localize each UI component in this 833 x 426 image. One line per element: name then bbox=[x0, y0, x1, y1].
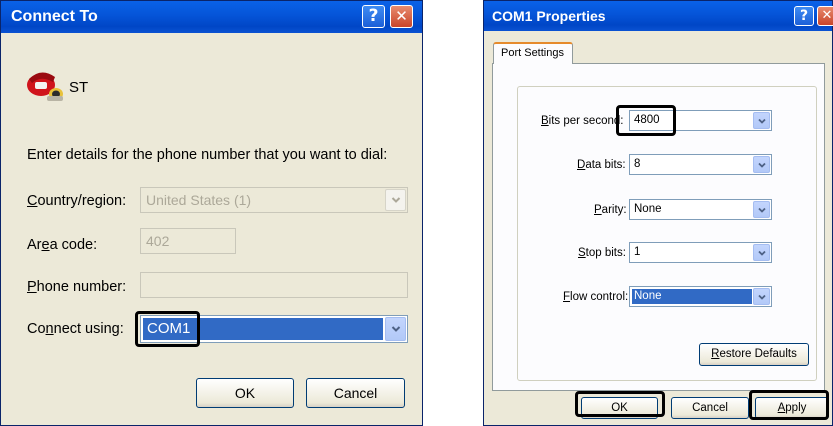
close-icon[interactable]: ✕ bbox=[817, 6, 833, 26]
phone-number-field[interactable] bbox=[140, 272, 408, 298]
dropdown-arrow-icon[interactable] bbox=[753, 112, 770, 129]
tab-port-settings[interactable]: Port Settings bbox=[493, 42, 573, 64]
country-region-value: United States (1) bbox=[146, 192, 252, 208]
com1-title: COM1 Properties bbox=[492, 8, 606, 24]
stop-bits-label: Stop bits: bbox=[578, 247, 626, 259]
connect-to-dialog: Connect To ? ✕ ST Enter details for the … bbox=[0, 0, 423, 426]
data-bits-value: 8 bbox=[634, 158, 641, 170]
dial-instructions: Enter details for the phone number that … bbox=[27, 147, 388, 163]
connect-cancel-button[interactable]: Cancel bbox=[306, 378, 405, 408]
phone-number-label: Phone number: bbox=[27, 279, 127, 295]
stop-bits-select[interactable]: 1 bbox=[629, 242, 772, 263]
tab-port-settings-label: Port Settings bbox=[501, 47, 564, 59]
dropdown-arrow-icon[interactable] bbox=[753, 156, 770, 173]
com1-ok-button[interactable]: OK bbox=[581, 397, 658, 419]
bits-per-second-label: Bits per second: bbox=[541, 115, 624, 127]
dropdown-arrow-icon[interactable] bbox=[385, 317, 406, 341]
area-code-value: 402 bbox=[146, 233, 170, 249]
connect-to-titlebar[interactable]: Connect To ? ✕ bbox=[1, 1, 422, 33]
com1-apply-button[interactable]: Apply bbox=[755, 397, 829, 419]
bits-per-second-select[interactable]: 4800 bbox=[629, 110, 772, 131]
stop-bits-value: 1 bbox=[634, 246, 641, 258]
dropdown-arrow-icon[interactable] bbox=[753, 288, 770, 305]
country-region-label: Country/region: bbox=[27, 193, 127, 209]
parity-value: None bbox=[634, 203, 662, 215]
parity-select[interactable]: None bbox=[629, 199, 772, 220]
phone-icon bbox=[25, 65, 65, 105]
com1-titlebar[interactable]: COM1 Properties ? ✕ bbox=[484, 1, 833, 31]
connect-using-select[interactable]: COM1 bbox=[140, 315, 408, 343]
area-code-field[interactable]: 402 bbox=[140, 228, 236, 254]
flow-control-label: Flow control: bbox=[563, 291, 629, 303]
restore-defaults-button[interactable]: Restore Defaults bbox=[699, 343, 809, 366]
country-region-select[interactable]: United States (1) bbox=[140, 187, 408, 213]
flow-control-value: None bbox=[634, 290, 662, 302]
connection-name: ST bbox=[69, 79, 89, 96]
close-icon[interactable]: ✕ bbox=[390, 5, 413, 28]
com1-cancel-button[interactable]: Cancel bbox=[671, 397, 749, 419]
connect-using-value: COM1 bbox=[147, 320, 191, 337]
bits-per-second-value: 4800 bbox=[634, 114, 660, 126]
dropdown-arrow-icon[interactable] bbox=[753, 201, 770, 218]
connect-to-title: Connect To bbox=[11, 8, 98, 25]
data-bits-label: Data bits: bbox=[577, 159, 626, 171]
help-icon[interactable]: ? bbox=[362, 5, 385, 28]
dropdown-arrow-icon[interactable] bbox=[385, 189, 406, 211]
area-code-label: Area code: bbox=[27, 237, 98, 253]
help-icon[interactable]: ? bbox=[794, 6, 814, 26]
parity-label: Parity: bbox=[594, 204, 627, 216]
dropdown-arrow-icon[interactable] bbox=[753, 244, 770, 261]
connect-using-label: Connect using: bbox=[27, 321, 124, 337]
com1-properties-dialog: COM1 Properties ? ✕ Port Settings Bits p… bbox=[483, 0, 833, 426]
flow-control-select[interactable]: None bbox=[629, 286, 772, 307]
connect-ok-button[interactable]: OK bbox=[196, 378, 294, 408]
data-bits-select[interactable]: 8 bbox=[629, 154, 772, 175]
